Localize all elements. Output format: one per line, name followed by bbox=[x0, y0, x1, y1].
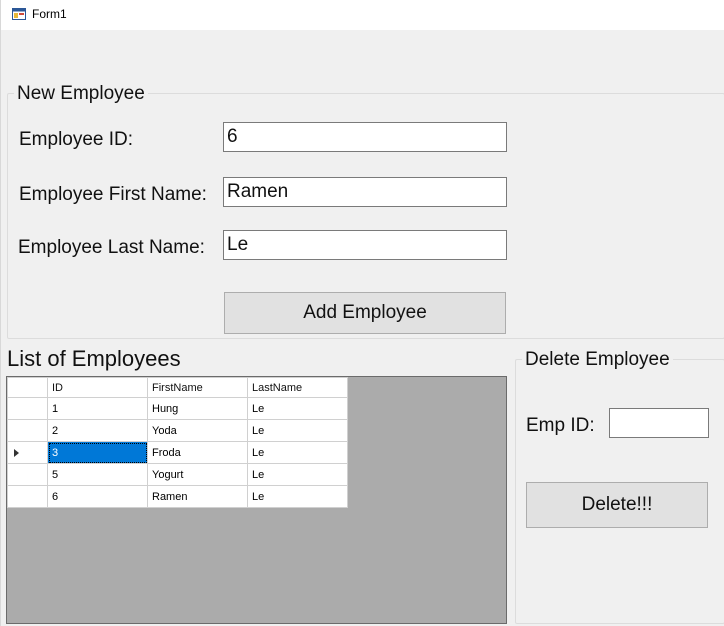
table-row[interactable]: 5 Yogurt Le bbox=[7, 463, 348, 486]
cell-lastname[interactable]: Le bbox=[247, 463, 348, 486]
form-window: Form1 New Employee Employee ID: Employee… bbox=[0, 0, 724, 626]
column-header-firstname[interactable]: FirstName bbox=[147, 377, 248, 398]
cell-id[interactable]: 2 bbox=[47, 419, 148, 442]
new-employee-group-title: New Employee bbox=[14, 83, 148, 105]
cell-id-selected[interactable]: 3 bbox=[47, 441, 148, 464]
row-header[interactable] bbox=[7, 419, 48, 442]
employee-id-field[interactable] bbox=[223, 122, 507, 152]
last-name-label: Employee Last Name: bbox=[18, 237, 205, 258]
delete-button[interactable]: Delete!!! bbox=[526, 482, 708, 528]
employee-id-label: Employee ID: bbox=[19, 129, 134, 150]
cell-firstname[interactable]: Hung bbox=[147, 397, 248, 420]
table-row-selected[interactable]: 3 Froda Le bbox=[7, 441, 348, 464]
column-header-lastname[interactable]: LastName bbox=[247, 377, 348, 398]
cell-lastname[interactable]: Le bbox=[247, 441, 348, 464]
current-row-arrow-icon bbox=[14, 449, 19, 457]
cell-firstname[interactable]: Yoda bbox=[147, 419, 248, 442]
row-header[interactable] bbox=[7, 485, 48, 508]
first-name-field[interactable] bbox=[223, 177, 507, 207]
column-header-id[interactable]: ID bbox=[47, 377, 148, 398]
window-title: Form1 bbox=[32, 7, 67, 21]
row-header[interactable] bbox=[7, 397, 48, 420]
cell-id[interactable]: 6 bbox=[47, 485, 148, 508]
delete-employee-group-title: Delete Employee bbox=[522, 349, 673, 371]
delete-emp-id-field[interactable] bbox=[609, 408, 709, 438]
row-header-current[interactable] bbox=[7, 441, 48, 464]
cell-lastname[interactable]: Le bbox=[247, 485, 348, 508]
employee-list-title: List of Employees bbox=[7, 346, 181, 371]
first-name-label: Employee First Name: bbox=[19, 184, 207, 205]
employee-table: ID FirstName LastName 1 Hung Le 2 Yoda L… bbox=[7, 377, 348, 508]
emp-id-label: Emp ID: bbox=[526, 415, 595, 436]
cell-lastname[interactable]: Le bbox=[247, 397, 348, 420]
last-name-field[interactable] bbox=[223, 230, 507, 260]
employee-data-grid[interactable]: ID FirstName LastName 1 Hung Le 2 Yoda L… bbox=[6, 376, 507, 624]
cell-id[interactable]: 1 bbox=[47, 397, 148, 420]
add-employee-button[interactable]: Add Employee bbox=[224, 292, 506, 334]
cell-firstname[interactable]: Ramen bbox=[147, 485, 248, 508]
table-row[interactable]: 6 Ramen Le bbox=[7, 485, 348, 508]
cell-firstname[interactable]: Froda bbox=[147, 441, 248, 464]
cell-firstname[interactable]: Yogurt bbox=[147, 463, 248, 486]
cell-id[interactable]: 5 bbox=[47, 463, 148, 486]
cell-lastname[interactable]: Le bbox=[247, 419, 348, 442]
table-row[interactable]: 2 Yoda Le bbox=[7, 419, 348, 442]
app-form-icon bbox=[12, 8, 26, 20]
grid-corner-header[interactable] bbox=[7, 377, 48, 398]
table-row[interactable]: 1 Hung Le bbox=[7, 397, 348, 420]
row-header[interactable] bbox=[7, 463, 48, 486]
title-bar[interactable]: Form1 bbox=[1, 0, 724, 30]
